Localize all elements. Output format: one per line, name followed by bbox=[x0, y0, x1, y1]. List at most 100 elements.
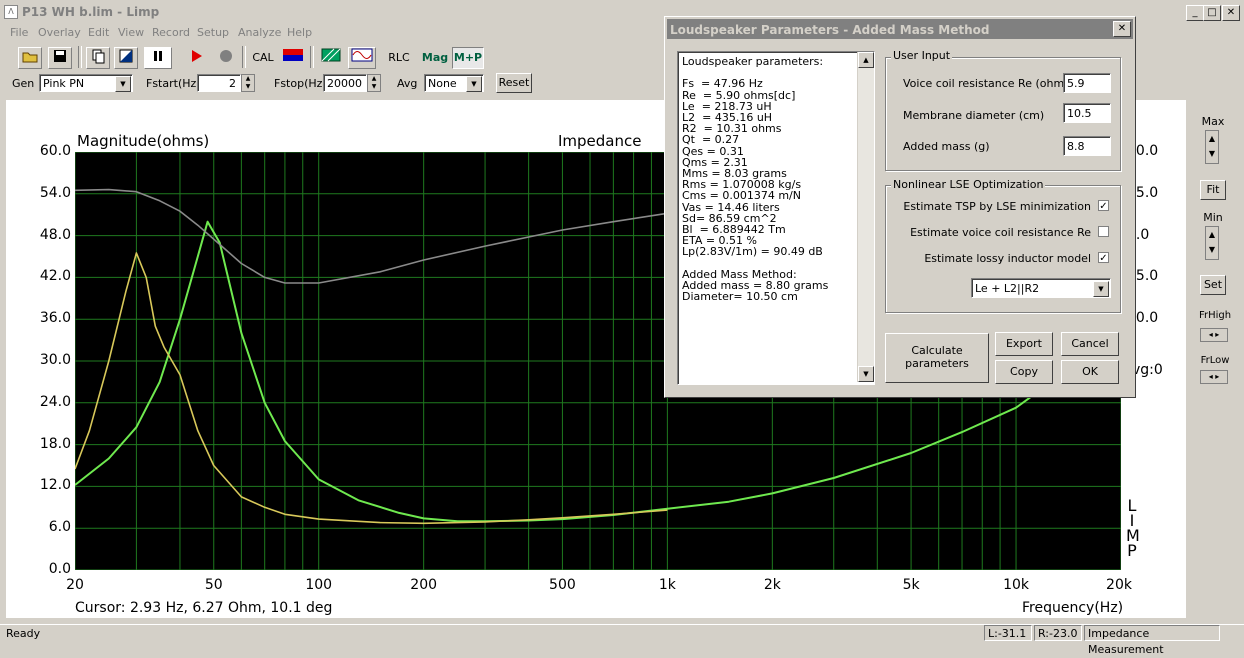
y-tick-label: 24.0 bbox=[39, 393, 71, 410]
lossy-inductor-checkbox[interactable]: ✓ bbox=[1098, 252, 1109, 264]
scroll-up-arrow-icon[interactable]: ▲ bbox=[858, 52, 874, 68]
parameter-line: Lp(2.83V/1m) = 90.49 dB bbox=[682, 245, 823, 259]
status-ready: Ready bbox=[6, 627, 41, 640]
gen-select[interactable]: Pink PN ▼ bbox=[39, 74, 133, 92]
toolbar-separator bbox=[310, 46, 314, 68]
cal-button[interactable]: CAL bbox=[249, 47, 277, 69]
export-button[interactable]: Export bbox=[995, 332, 1053, 356]
avg-readout: vg:0 bbox=[1132, 362, 1163, 378]
tsp-lse-label: Estimate TSP by LSE minimization bbox=[903, 200, 1091, 213]
toolbar-separator bbox=[242, 46, 246, 68]
x-tick-label: 500 bbox=[549, 577, 576, 593]
status-right-level: R:-23.0 bbox=[1034, 625, 1082, 641]
pattern-button[interactable] bbox=[318, 47, 344, 69]
menu-help[interactable]: Help bbox=[287, 26, 312, 39]
menu-view[interactable]: View bbox=[118, 26, 144, 39]
overlay-button[interactable] bbox=[114, 47, 138, 69]
close-button[interactable]: ✕ bbox=[1222, 5, 1240, 21]
minimize-button[interactable]: _ bbox=[1186, 5, 1204, 21]
calculate-parameters-button[interactable]: Calculate parameters bbox=[885, 333, 989, 383]
parameter-line: Cms = 0.001374 m/N bbox=[682, 189, 801, 203]
x-tick-label: 10k bbox=[1003, 577, 1029, 593]
x-tick-label: 2k bbox=[763, 577, 781, 593]
inductor-model-select[interactable]: Le + L2||R2 ▼ bbox=[971, 278, 1111, 298]
menu-overlay[interactable]: Overlay bbox=[38, 26, 81, 39]
y-axis-label: Magnitude(ohms) bbox=[77, 132, 210, 150]
fstart-spinner[interactable]: ▲ ▼ bbox=[241, 74, 255, 92]
x-tick-label: 1k bbox=[658, 577, 676, 593]
set-button[interactable]: Set bbox=[1200, 275, 1226, 295]
copy-text-button[interactable]: Copy bbox=[995, 360, 1053, 384]
avg-label: Avg bbox=[397, 77, 418, 90]
max-spinner[interactable]: ▲ ▼ bbox=[1205, 130, 1219, 164]
fstart-input[interactable]: 2 bbox=[197, 74, 241, 92]
vertical-scrollbar[interactable]: ▲ ▼ bbox=[857, 52, 874, 382]
maximize-button[interactable]: □ bbox=[1203, 5, 1221, 21]
triangle-icon bbox=[119, 49, 133, 63]
chevron-down-icon[interactable]: ▼ bbox=[466, 76, 482, 92]
lse-group-title: Nonlinear LSE Optimization bbox=[891, 178, 1046, 191]
diameter-input[interactable]: 10.5 bbox=[1063, 103, 1111, 123]
color-button[interactable] bbox=[280, 47, 306, 69]
reset-button[interactable]: Reset bbox=[496, 73, 532, 93]
added-mass-input[interactable]: 8.8 bbox=[1063, 136, 1111, 156]
min-label: Min bbox=[1203, 211, 1223, 224]
diameter-label: Membrane diameter (cm) bbox=[903, 109, 1045, 122]
tsp-lse-checkbox[interactable]: ✓ bbox=[1098, 200, 1109, 212]
open-folder-button[interactable] bbox=[18, 47, 42, 69]
menu-analyze[interactable]: Analyze bbox=[238, 26, 281, 39]
frhigh-spinner[interactable]: ◂ ▸ bbox=[1200, 328, 1228, 342]
pause-button[interactable] bbox=[144, 47, 172, 69]
inductor-model-value: Le + L2||R2 bbox=[975, 282, 1040, 295]
menu-setup[interactable]: Setup bbox=[197, 26, 229, 39]
copy-button[interactable] bbox=[86, 47, 110, 69]
save-button[interactable] bbox=[48, 47, 72, 69]
menu-edit[interactable]: Edit bbox=[88, 26, 109, 39]
mp-button[interactable]: M+P bbox=[452, 47, 484, 69]
record-button[interactable] bbox=[214, 47, 238, 69]
y-tick-label: 0.0 bbox=[48, 561, 71, 577]
chevron-down-icon[interactable]: ▼ bbox=[115, 76, 131, 92]
re-label: Voice coil resistance Re (ohms) bbox=[903, 77, 1075, 90]
limp-vertical-label: L I M P bbox=[1126, 498, 1140, 560]
estimate-re-checkbox[interactable] bbox=[1098, 226, 1109, 237]
lossy-inductor-label: Estimate lossy inductor model bbox=[924, 252, 1091, 265]
re-input[interactable]: 5.9 bbox=[1063, 73, 1111, 93]
ok-button[interactable]: OK bbox=[1061, 360, 1119, 384]
play-icon bbox=[192, 50, 202, 62]
rlc-button[interactable]: RLC bbox=[384, 47, 414, 69]
app-icon[interactable]: Λ bbox=[4, 5, 18, 19]
dialog-title: Loudspeaker Parameters - Added Mass Meth… bbox=[670, 23, 990, 37]
fstop-spinner[interactable]: ▲ ▼ bbox=[367, 74, 381, 92]
play-button[interactable] bbox=[184, 47, 208, 69]
estimate-re-label: Estimate voice coil resistance Re bbox=[910, 226, 1091, 239]
x-tick-label: 20 bbox=[66, 577, 84, 593]
scroll-down-arrow-icon[interactable]: ▼ bbox=[858, 366, 874, 382]
fit-button[interactable]: Fit bbox=[1200, 180, 1226, 200]
parameters-textbox[interactable]: Loudspeaker parameters: Fs = 47.96 Hz Re … bbox=[677, 51, 875, 385]
fstart-label: Fstart(Hz) bbox=[146, 77, 201, 90]
chevron-down-icon[interactable]: ▼ bbox=[1093, 281, 1109, 297]
y-tick-label: 30.0 bbox=[39, 352, 71, 368]
hatch-icon bbox=[321, 48, 341, 62]
gen-value: Pink PN bbox=[43, 77, 85, 90]
color-bars-icon bbox=[283, 49, 303, 61]
avg-select[interactable]: None ▼ bbox=[424, 74, 484, 92]
wave-button[interactable] bbox=[348, 47, 376, 69]
floppy-icon bbox=[54, 50, 66, 62]
parameter-line: Loudspeaker parameters: bbox=[682, 55, 824, 68]
frlow-spinner[interactable]: ◂ ▸ bbox=[1200, 370, 1228, 384]
parameters-text: Loudspeaker parameters: Fs = 47.96 Hz Re … bbox=[682, 55, 852, 303]
min-spinner[interactable]: ▲ ▼ bbox=[1205, 226, 1219, 260]
mag-button[interactable]: Mag bbox=[420, 47, 450, 69]
dialog-close-button[interactable]: ✕ bbox=[1113, 21, 1131, 37]
fstop-input[interactable]: 20000 bbox=[323, 74, 367, 92]
x-axis-label: Frequency(Hz) bbox=[1022, 600, 1124, 616]
avg-value: None bbox=[428, 77, 457, 90]
side-letter: P bbox=[1127, 541, 1137, 560]
y-tick-label: 42.0 bbox=[39, 268, 71, 285]
y-tick-label: 54.0 bbox=[39, 184, 71, 201]
menu-record[interactable]: Record bbox=[152, 26, 190, 39]
menu-file[interactable]: File bbox=[10, 26, 28, 39]
cancel-button[interactable]: Cancel bbox=[1061, 332, 1119, 356]
